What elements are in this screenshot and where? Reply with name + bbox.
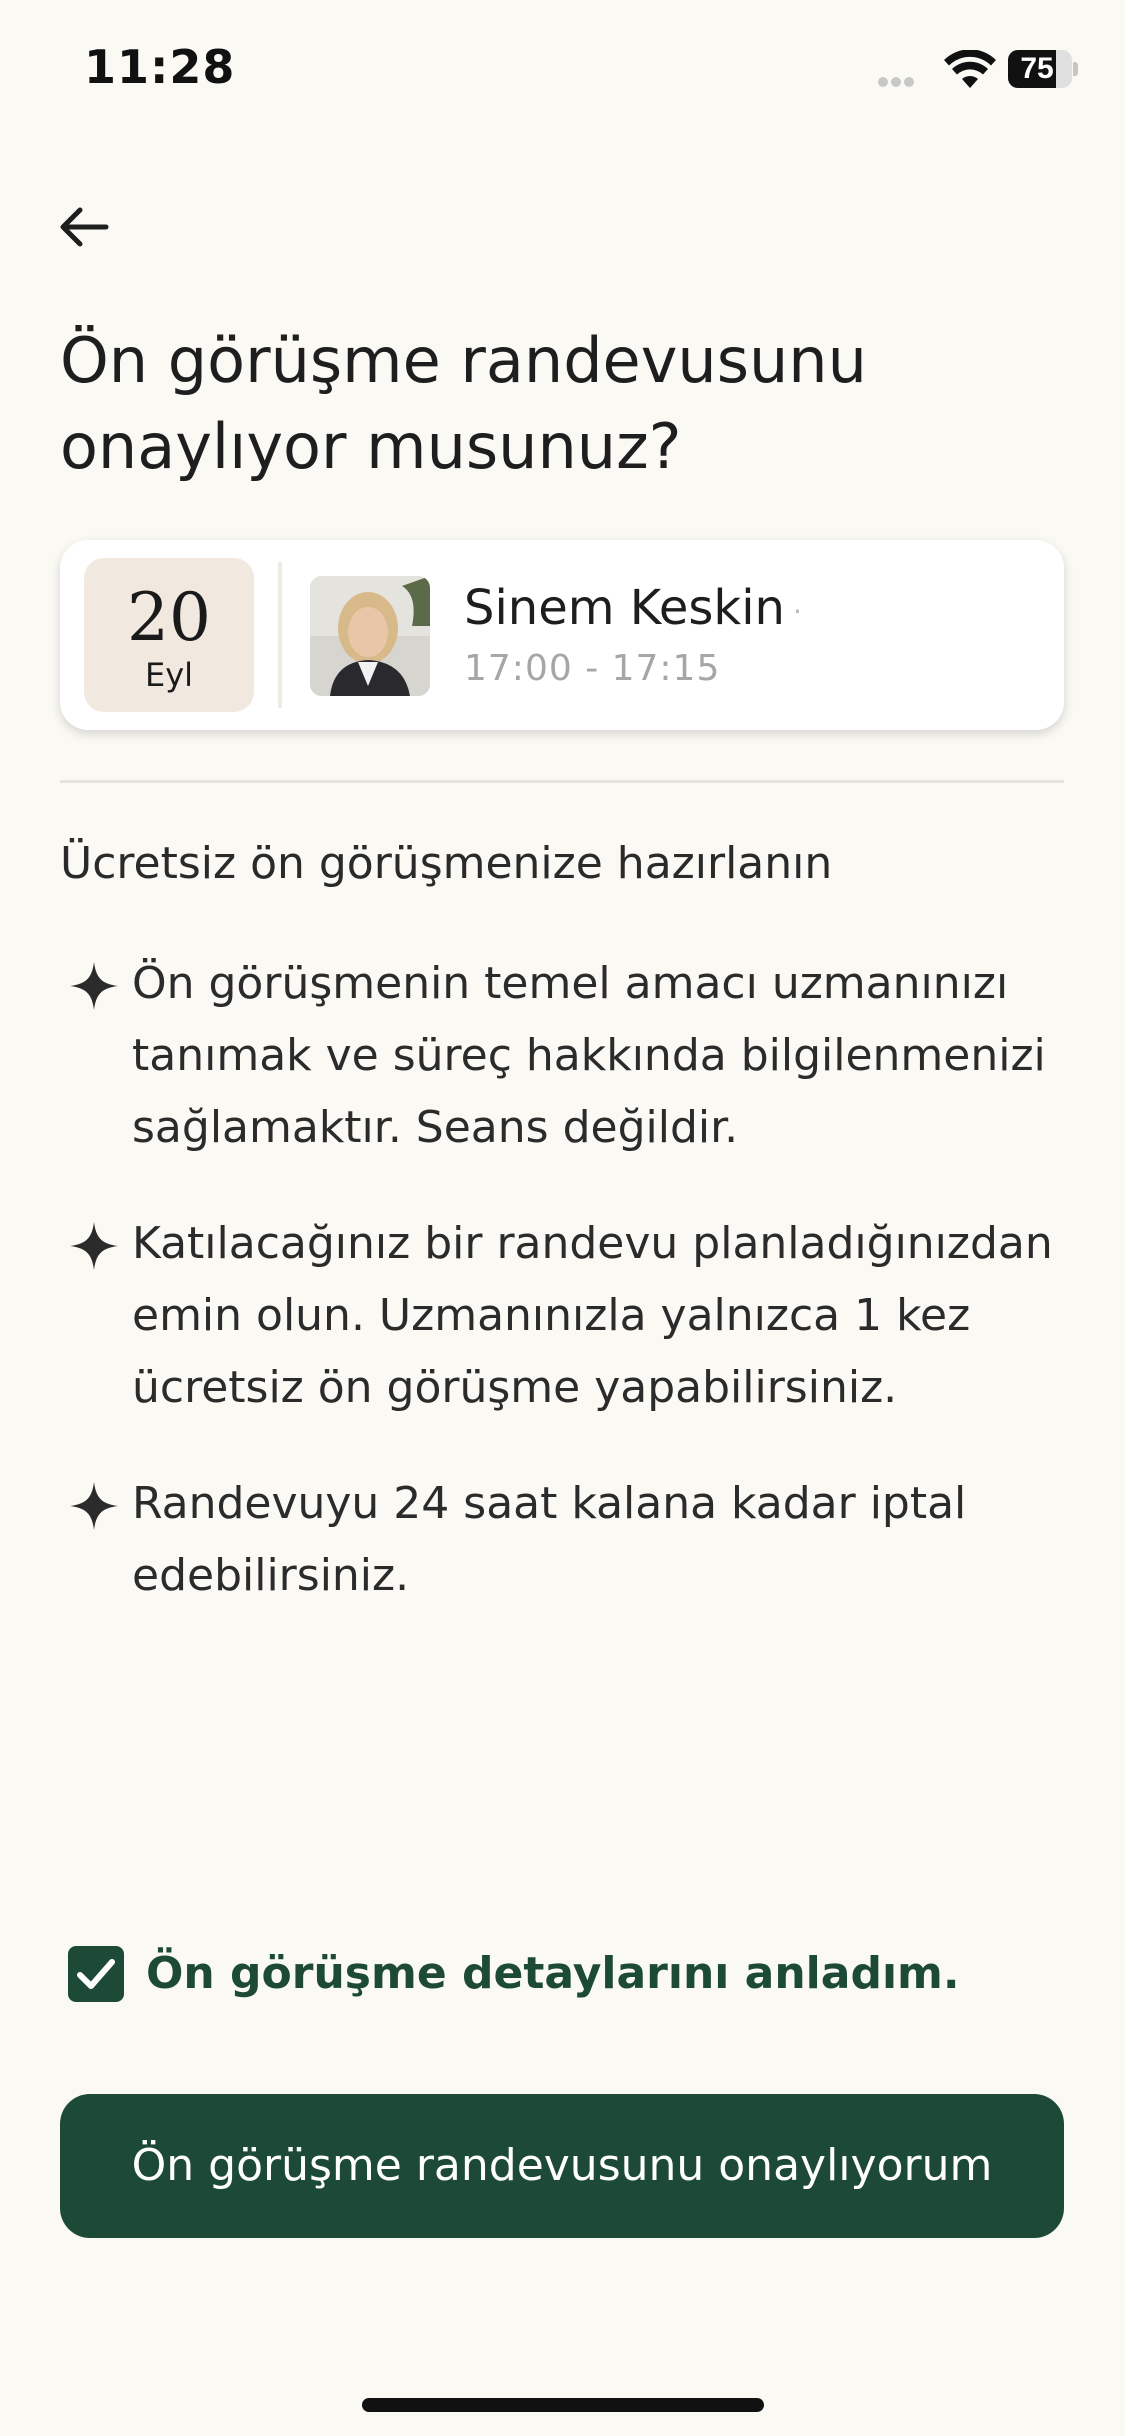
info-list: Ön görüşmenin temel amacı uzmanınızı tan…	[60, 948, 1070, 1656]
sparkle-icon	[70, 1222, 118, 1270]
info-heading: Ücretsiz ön görüşmenize hazırlanın	[60, 838, 833, 889]
sparkle-icon	[70, 962, 118, 1010]
list-item: Katılacağınız bir randevu planladığınızd…	[60, 1208, 1070, 1424]
arrow-left-icon	[60, 207, 109, 247]
sparkle-icon	[70, 1482, 118, 1530]
expert-avatar	[310, 576, 430, 696]
battery-percent: 75	[1020, 52, 1054, 85]
name-dot: ·	[792, 594, 802, 628]
agreement-label: Ön görüşme detaylarını anladım.	[146, 1948, 960, 1999]
appointment-card: 20 Eyl Sinem Keskin · 17:00 - 17:15	[60, 540, 1064, 730]
list-item: Ön görüşmenin temel amacı uzmanınızı tan…	[60, 948, 1070, 1164]
confirm-appointment-button[interactable]: Ön görüşme randevusunu onaylıyorum	[60, 2094, 1064, 2238]
list-item-text: Ön görüşmenin temel amacı uzmanınızı tan…	[132, 958, 1046, 1153]
appointment-month: Eyl	[144, 656, 194, 694]
wifi-icon	[944, 50, 996, 88]
home-indicator	[362, 2398, 764, 2412]
check-icon	[77, 1959, 115, 1989]
divider	[60, 780, 1064, 783]
battery-cap	[1073, 62, 1078, 76]
back-button[interactable]	[52, 195, 116, 259]
date-box: 20 Eyl	[84, 558, 254, 712]
agreement-checkbox[interactable]	[68, 1946, 124, 2002]
list-item-text: Randevuyu 24 saat kalana kadar iptal ede…	[132, 1478, 967, 1601]
battery-icon: 75	[1008, 50, 1072, 88]
appointment-time-range: 17:00 - 17:15	[464, 648, 721, 689]
card-divider	[278, 562, 282, 708]
status-time: 11:28	[84, 40, 236, 94]
expert-name: Sinem Keskin ·	[464, 580, 802, 636]
appointment-day: 20	[127, 579, 211, 656]
page-title: Ön görüşme randevusunu onaylıyor musunuz…	[60, 324, 867, 483]
status-bar: 11:28 75	[0, 0, 1125, 140]
cellular-signal-icon	[878, 72, 918, 87]
list-item-text: Katılacağınız bir randevu planladığınızd…	[132, 1218, 1053, 1413]
list-item: Randevuyu 24 saat kalana kadar iptal ede…	[60, 1468, 1070, 1612]
